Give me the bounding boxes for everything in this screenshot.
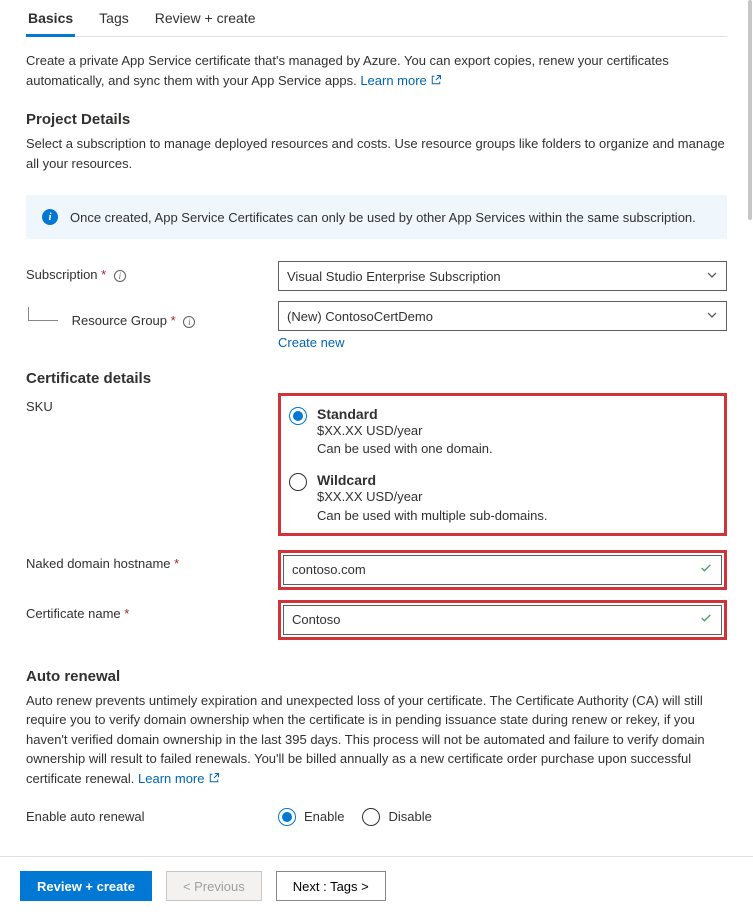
enable-option-label: Enable <box>304 809 344 824</box>
hostname-label-text: Naked domain hostname <box>26 556 171 571</box>
auto-renewal-learn-more-link[interactable]: Learn more <box>138 771 220 786</box>
hostname-value: contoso.com <box>292 562 366 577</box>
sku-standard-title: Standard <box>317 406 493 422</box>
sku-wildcard-option[interactable]: Wildcard $XX.XX USD/year Can be used wit… <box>289 468 716 526</box>
info-tooltip-icon[interactable]: i <box>114 270 126 282</box>
sku-standard-option[interactable]: Standard $XX.XX USD/year Can be used wit… <box>289 402 716 468</box>
check-icon <box>699 561 713 578</box>
radio-unselected-icon <box>362 808 380 826</box>
hostname-input[interactable]: contoso.com <box>283 555 722 585</box>
create-new-link[interactable]: Create new <box>278 335 344 350</box>
required-marker: * <box>124 606 129 621</box>
info-tooltip-icon[interactable]: i <box>183 316 195 328</box>
next-button[interactable]: Next : Tags > <box>276 871 386 901</box>
sku-wildcard-note: Can be used with multiple sub-domains. <box>317 507 548 525</box>
sku-standard-price: $XX.XX USD/year <box>317 422 493 440</box>
learn-more-label: Learn more <box>360 73 426 88</box>
footer-actions: Review + create < Previous Next : Tags > <box>0 856 753 915</box>
subscription-label-text: Subscription <box>26 267 98 282</box>
info-banner-text: Once created, App Service Certificates c… <box>70 210 696 225</box>
check-icon <box>699 611 713 628</box>
sku-wildcard-price: $XX.XX USD/year <box>317 488 548 506</box>
cert-name-input[interactable]: Contoso <box>283 605 722 635</box>
sku-wildcard-title: Wildcard <box>317 472 548 488</box>
required-marker: * <box>101 267 106 282</box>
previous-button: < Previous <box>166 871 262 901</box>
project-details-heading: Project Details <box>26 111 727 128</box>
resource-group-select[interactable]: (New) ContosoCertDemo <box>278 301 727 331</box>
tab-review-create[interactable]: Review + create <box>153 0 258 36</box>
auto-renewal-body: Auto renew prevents untimely expiration … <box>26 693 705 786</box>
sku-standard-note: Can be used with one domain. <box>317 440 493 458</box>
cert-name-label-text: Certificate name <box>26 606 121 621</box>
resource-group-label: Resource Group * i <box>26 301 278 328</box>
external-link-icon <box>208 770 220 790</box>
subscription-label: Subscription * i <box>26 261 278 282</box>
learn-more-link[interactable]: Learn more <box>360 73 442 88</box>
required-marker: * <box>174 556 179 571</box>
required-marker: * <box>171 313 176 328</box>
tab-tags[interactable]: Tags <box>97 0 131 36</box>
cert-name-label: Certificate name * <box>26 600 278 621</box>
cert-name-frame: Contoso <box>278 600 727 640</box>
disable-option-label: Disable <box>388 809 431 824</box>
auto-renewal-heading: Auto renewal <box>26 668 727 685</box>
radio-selected-icon <box>289 407 307 425</box>
cert-name-value: Contoso <box>292 612 340 627</box>
review-create-button[interactable]: Review + create <box>20 871 152 901</box>
radio-unselected-icon <box>289 473 307 491</box>
tab-basics[interactable]: Basics <box>26 0 75 36</box>
info-icon: i <box>42 209 58 225</box>
project-details-desc: Select a subscription to manage deployed… <box>26 134 727 173</box>
intro-text: Create a private App Service certificate… <box>26 51 727 91</box>
resource-group-label-text: Resource Group <box>72 313 167 328</box>
auto-renewal-disable-option[interactable]: Disable <box>362 807 431 826</box>
resource-group-value: (New) ContosoCertDemo <box>287 309 433 324</box>
auto-renewal-learn-more-label: Learn more <box>138 771 204 786</box>
tabs: Basics Tags Review + create <box>26 0 727 37</box>
auto-renewal-desc: Auto renew prevents untimely expiration … <box>26 691 727 790</box>
intro-body: Create a private App Service certificate… <box>26 53 669 88</box>
info-banner: i Once created, App Service Certificates… <box>26 195 727 239</box>
hostname-frame: contoso.com <box>278 550 727 590</box>
chevron-down-icon <box>706 309 718 324</box>
external-link-icon <box>430 72 442 92</box>
auto-renewal-enable-option[interactable]: Enable <box>278 807 344 826</box>
sku-options-group: Standard $XX.XX USD/year Can be used wit… <box>278 393 727 536</box>
subscription-value: Visual Studio Enterprise Subscription <box>287 269 501 284</box>
hostname-label: Naked domain hostname * <box>26 550 278 571</box>
enable-auto-renewal-label: Enable auto renewal <box>26 803 278 824</box>
tree-line-icon <box>28 307 58 321</box>
radio-selected-icon <box>278 808 296 826</box>
sku-label: SKU <box>26 393 278 414</box>
chevron-down-icon <box>706 269 718 284</box>
subscription-select[interactable]: Visual Studio Enterprise Subscription <box>278 261 727 291</box>
certificate-details-heading: Certificate details <box>26 370 727 387</box>
scrollbar[interactable] <box>748 0 752 855</box>
